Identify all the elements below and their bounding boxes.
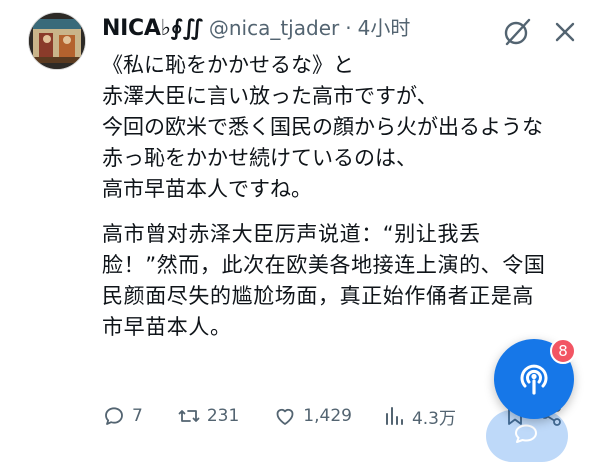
tweet-original-text: 《私に恥をかかせるな》と 赤澤大臣に言い放った高市ですが、 今回の欧米で悉く国民… — [102, 53, 543, 201]
tweet-text: 《私に恥をかかせるな》と 赤澤大臣に言い放った高市ですが、 今回の欧米で悉く国民… — [102, 50, 572, 343]
timestamp[interactable]: 4小时 — [358, 12, 411, 41]
tweet-actions: 7 231 1,429 4.3万 — [102, 400, 476, 432]
avatar[interactable] — [28, 12, 86, 70]
views-icon — [385, 407, 403, 425]
reply-icon — [515, 424, 537, 443]
close-icon[interactable] — [548, 15, 582, 49]
display-name[interactable]: NICA♭∮∬ — [102, 16, 203, 41]
tweet-header: NICA♭∮∬ @nica_tjader · 4小时 — [102, 12, 410, 46]
retweet-button[interactable]: 231 — [177, 404, 239, 428]
reply-icon — [105, 407, 123, 425]
avatar-image — [29, 13, 85, 69]
notification-badge: 8 — [550, 338, 576, 364]
like-button[interactable]: 1,429 — [273, 404, 352, 428]
retweet-icon — [178, 410, 200, 422]
tweet-translation-text: 高市曾对赤泽大臣厉声说道：“别让我丢 脸！”然而，此次在欧美各地接连上演的、令国… — [102, 222, 546, 339]
views-button[interactable]: 4.3万 — [382, 404, 456, 429]
reply-count: 7 — [132, 406, 143, 426]
retweet-count: 231 — [206, 406, 240, 426]
podcast-icon — [520, 364, 548, 395]
reply-button[interactable]: 7 — [102, 404, 143, 428]
like-count: 1,429 — [303, 406, 352, 426]
grok-icon[interactable] — [502, 17, 532, 47]
views-count: 4.3万 — [411, 408, 456, 429]
like-icon — [276, 408, 294, 425]
user-handle[interactable]: @nica_tjader — [209, 16, 339, 40]
separator-dot: · — [345, 16, 352, 40]
